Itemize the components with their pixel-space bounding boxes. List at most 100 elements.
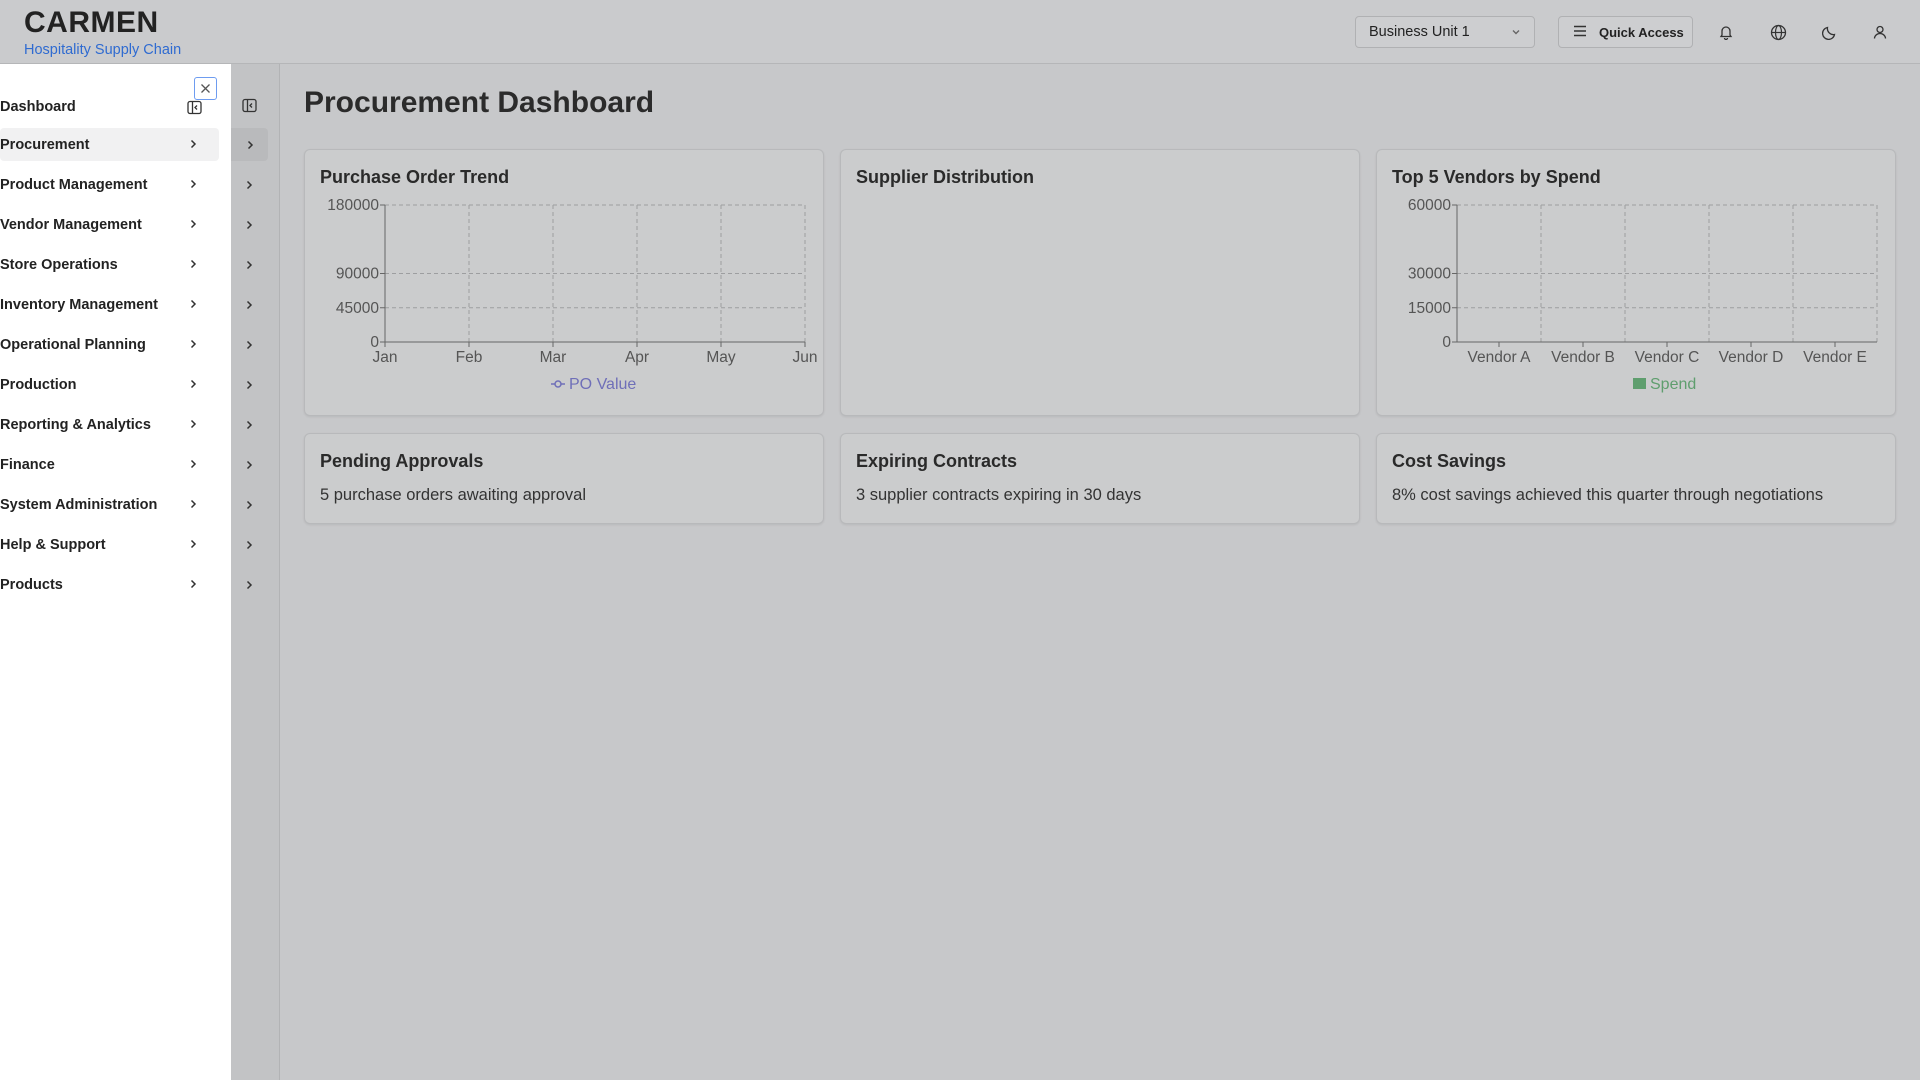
legend-label: Spend <box>1650 376 1696 393</box>
chart-legend: PO Value <box>551 376 636 393</box>
sidebar-item-system-administration[interactable]: System Administration <box>0 488 219 521</box>
chevron-right-icon <box>187 138 199 154</box>
rail-item-system-administration[interactable] <box>231 488 267 521</box>
rail-item-production[interactable] <box>231 368 267 401</box>
card-title: Expiring Contracts <box>856 451 1018 471</box>
chevron-right-icon <box>187 498 199 514</box>
sidebar-item-vendor-management[interactable]: Vendor Management <box>0 208 219 241</box>
rail-item-operational-planning[interactable] <box>231 328 267 361</box>
sidebar-item-operational-planning[interactable]: Operational Planning <box>0 328 219 361</box>
x-tick-label: Jun <box>793 349 818 366</box>
rail-item-reporting-analytics[interactable] <box>231 408 267 441</box>
chevron-right-icon <box>187 418 199 434</box>
y-tick-label: 30000 <box>1408 266 1451 283</box>
po-trend-card: Purchase Order Trend 0 45000 90000 180000 Ja… <box>304 149 824 416</box>
x-tick-label: Vendor B <box>1551 349 1615 366</box>
business-unit-value: Business Unit 1 <box>1369 24 1470 40</box>
expiring-contracts-card[interactable]: Expiring Contracts 3 supplier contracts … <box>840 433 1360 524</box>
pending-approvals-card[interactable]: Pending Approvals 5 purchase orders awai… <box>304 433 824 524</box>
legend-marker <box>554 380 562 388</box>
legend-swatch <box>1633 378 1646 389</box>
sidebar-item-procurement[interactable]: Procurement <box>0 128 219 161</box>
chevron-right-icon <box>246 300 253 309</box>
brand-subtitle: Hospitality Supply Chain <box>24 42 182 58</box>
sidebar-item-store-operations[interactable]: Store Operations <box>0 248 219 281</box>
collapsed-rail <box>231 64 280 1080</box>
sidebar-item-label: Production <box>0 376 77 393</box>
brand-title: CARMEN <box>24 6 159 39</box>
x-tick-label: Mar <box>540 349 567 366</box>
chevron-right-icon <box>246 540 253 549</box>
sidebar-item-finance[interactable]: Finance <box>0 448 219 481</box>
brand[interactable]: CARMEN Hospitality Supply Chain <box>24 6 181 58</box>
chevron-right-icon <box>246 220 253 229</box>
sidebar-item-dashboard[interactable]: Dashboard <box>0 97 76 117</box>
y-tick-label: 15000 <box>1408 300 1451 317</box>
supplier-distribution-card: Supplier Distribution <box>840 149 1360 416</box>
sidebar: Dashboard Procurement Product Management… <box>0 64 231 1080</box>
quick-access-button[interactable]: Quick Access <box>1558 16 1693 48</box>
collapse-sidebar-icon[interactable] <box>231 89 267 122</box>
bell-icon[interactable] <box>1715 21 1737 43</box>
business-unit-select[interactable]: Business Unit 1 <box>1355 16 1535 48</box>
sidebar-item-products[interactable]: Products <box>0 568 219 601</box>
quick-access-label: Quick Access <box>1599 24 1684 40</box>
sidebar-item-product-management[interactable]: Product Management <box>0 168 219 201</box>
sidebar-item-help-support[interactable]: Help & Support <box>0 528 219 561</box>
sidebar-item-inventory-management[interactable]: Inventory Management <box>0 288 219 321</box>
rail-item-inventory-management[interactable] <box>231 288 267 321</box>
chevron-right-icon <box>246 340 253 349</box>
po-trend-chart: 04500090000180000Jan Feb Mar Apr May JunPO Va… <box>327 197 818 393</box>
close-icon[interactable] <box>194 77 217 100</box>
x-tick-label: Feb <box>456 349 483 366</box>
chart-legend: Spend <box>1633 376 1696 393</box>
top-vendors-card: Top 5 Vendors by Spend 0 15000 30000 60000 V… <box>1376 149 1896 416</box>
rail-item-vendor-management[interactable] <box>231 208 267 241</box>
sidebar-item-label: Vendor Management <box>0 216 142 233</box>
y-tick-label: 60000 <box>1408 197 1451 214</box>
x-tick-label: Vendor D <box>1719 349 1784 366</box>
rail-item-finance[interactable] <box>231 448 267 481</box>
chevron-right-icon <box>246 260 253 269</box>
cost-savings-card[interactable]: Cost Savings 8% cost savings achieved th… <box>1376 433 1896 524</box>
chevron-right-icon <box>247 140 253 149</box>
chevron-right-icon <box>187 458 199 474</box>
y-tick-label: 90000 <box>336 266 379 283</box>
globe-icon[interactable] <box>1767 21 1789 43</box>
chevron-right-icon <box>246 420 253 429</box>
sidebar-item-label: Reporting & Analytics <box>0 416 151 433</box>
user-icon[interactable] <box>1869 21 1891 43</box>
sidebar-item-label: Store Operations <box>0 256 118 273</box>
rail-item-procurement[interactable] <box>231 128 268 161</box>
sidebar-item-reporting-analytics[interactable]: Reporting & Analytics <box>0 408 219 441</box>
x-tick-label: Apr <box>625 349 649 366</box>
menu-icon <box>1573 25 1587 40</box>
x-tick-label: Vendor A <box>1468 349 1532 366</box>
rail-item-help-support[interactable] <box>231 528 267 561</box>
chevron-right-icon <box>246 500 253 509</box>
x-tick-label: Vendor C <box>1635 349 1700 366</box>
sidebar-item-label: Help & Support <box>0 536 106 553</box>
chevron-right-icon <box>246 380 253 389</box>
chevron-right-icon <box>187 218 199 234</box>
card-title: Pending Approvals <box>320 451 484 471</box>
chevron-right-icon <box>187 578 199 594</box>
chevron-right-icon <box>187 298 199 314</box>
sidebar-item-production[interactable]: Production <box>0 368 219 401</box>
chevron-right-icon <box>246 180 253 189</box>
rail-item-store-operations[interactable] <box>231 248 267 281</box>
y-tick-label: 45000 <box>336 300 379 317</box>
top-vendors-chart: 0 15000 30000 60000 Vendor A Vendor B Vendor C… <box>1408 197 1878 393</box>
y-tick-label: 180000 <box>327 197 379 214</box>
moon-icon[interactable] <box>1819 21 1841 43</box>
rail-item-product-management[interactable] <box>231 168 267 201</box>
chevron-down-icon <box>1510 26 1522 42</box>
collapse-sidebar-icon[interactable] <box>185 98 203 116</box>
chevron-right-icon <box>187 378 199 394</box>
x-tick-label: May <box>706 349 736 366</box>
rail-item-products[interactable] <box>231 568 267 601</box>
card-title: Supplier Distribution <box>856 167 1034 187</box>
chevron-right-icon <box>187 178 199 194</box>
sidebar-item-label: Products <box>0 576 63 593</box>
chevron-right-icon <box>246 580 253 589</box>
